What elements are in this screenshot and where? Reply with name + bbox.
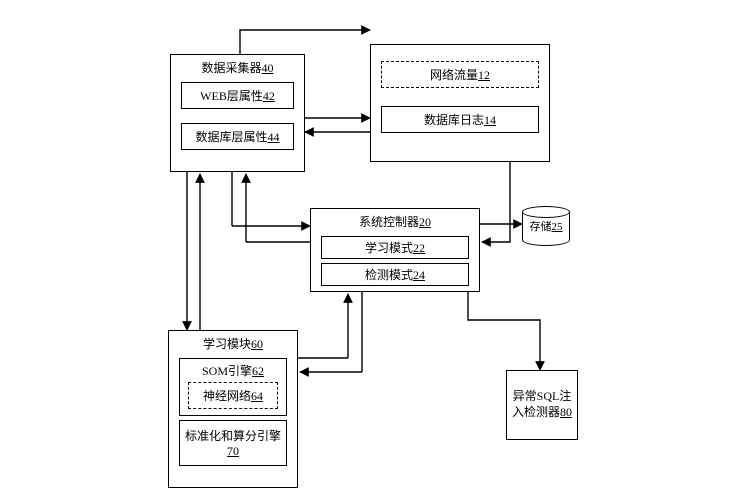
system-controller-num: 20 (419, 215, 431, 229)
storage-num: 25 (552, 221, 563, 233)
web-attributes-box: WEB层属性42 (181, 82, 294, 109)
storage-label: 存储25 (530, 218, 563, 234)
neural-network-label: 神经网络 (203, 389, 251, 403)
learning-module-title-text: 学习模块 (203, 337, 251, 351)
normalization-engine-label: 标准化和算分引擎 (185, 429, 281, 443)
neural-network-box: 神经网络64 (188, 382, 278, 409)
normalization-engine-num: 70 (227, 444, 239, 458)
system-controller-box: 系统控制器20 学习模式22 检测模式24 (310, 208, 480, 292)
storage-cylinder: 存储25 (522, 206, 570, 246)
learn-mode-num: 22 (413, 241, 425, 255)
db-log-label: 数据库日志 (424, 113, 484, 127)
system-controller-title: 系统控制器20 (311, 209, 479, 232)
web-attributes-label: WEB层属性 (200, 89, 263, 103)
normalization-engine-box: 标准化和算分引擎 70 (179, 420, 287, 466)
data-collector-title-text: 数据采集器 (201, 61, 261, 75)
learn-mode-label: 学习模式 (365, 241, 413, 255)
web-attributes-num: 42 (263, 89, 275, 103)
db-attributes-label: 数据库层属性 (195, 130, 267, 144)
system-controller-title-text: 系统控制器 (359, 215, 419, 229)
data-collector-box: 数据采集器40 WEB层属性42 数据库层属性44 (170, 54, 305, 172)
anomaly-detector-num: 80 (560, 405, 572, 419)
learning-module-title: 学习模块60 (169, 331, 297, 354)
storage-label-text: 存储 (530, 221, 552, 233)
detect-mode-box: 检测模式24 (321, 263, 469, 286)
db-log-box: 数据库日志14 (381, 106, 539, 133)
learning-module-num: 60 (251, 337, 263, 351)
learn-mode-box: 学习模式22 (321, 236, 469, 259)
data-collector-title: 数据采集器40 (171, 55, 304, 78)
db-attributes-num: 44 (268, 130, 280, 144)
som-engine-label: SOM引擎 (202, 364, 252, 378)
anomaly-detector-box: 异常SQL注入检测器80 (506, 370, 578, 440)
network-traffic-label: 网络流量 (430, 68, 478, 82)
neural-network-num: 64 (251, 389, 263, 403)
data-collector-num: 40 (262, 61, 274, 75)
db-log-num: 14 (484, 113, 496, 127)
detect-mode-label: 检测模式 (365, 268, 413, 282)
network-traffic-box: 网络流量12 (381, 61, 539, 88)
som-engine-num: 62 (252, 364, 264, 378)
network-traffic-num: 12 (478, 68, 490, 82)
input-group-box: 网络流量12 数据库日志14 (370, 44, 550, 162)
learning-module-box: 学习模块60 SOM引擎62 神经网络64 标准化和算分引擎 70 (168, 330, 298, 488)
som-engine-box: SOM引擎62 神经网络64 (179, 358, 287, 416)
db-attributes-box: 数据库层属性44 (181, 123, 294, 150)
detect-mode-num: 24 (413, 268, 425, 282)
